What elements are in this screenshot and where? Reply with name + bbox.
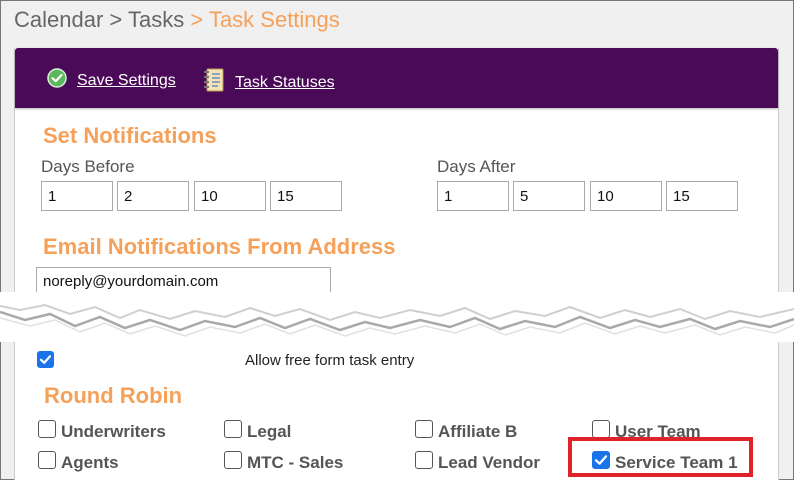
round-robin-option[interactable]: Legal — [224, 416, 291, 442]
days-after-input-2[interactable] — [513, 181, 585, 211]
legal-checkbox[interactable] — [224, 420, 242, 438]
mtc-sales-checkbox[interactable] — [224, 451, 242, 469]
breadcrumb: Calendar > Tasks > Task Settings — [14, 7, 340, 33]
toolbar: Save Settings Task Statuses — [15, 48, 778, 108]
underwriters-label: Underwriters — [61, 422, 166, 441]
legal-label: Legal — [247, 422, 292, 441]
agents-checkbox[interactable] — [38, 451, 56, 469]
breadcrumb-current: Task Settings — [208, 7, 340, 32]
breadcrumb-separator: > — [190, 7, 204, 32]
round-robin-option[interactable]: Agents — [38, 447, 119, 473]
round-robin-option[interactable]: MTC - Sales — [224, 447, 343, 473]
days-after-input-3[interactable] — [590, 181, 662, 211]
breadcrumb-calendar[interactable]: Calendar — [14, 7, 103, 32]
set-notifications-title: Set Notifications — [43, 123, 217, 148]
days-before-label: Days Before — [41, 157, 135, 176]
breadcrumb-tasks[interactable]: Tasks — [128, 7, 184, 32]
days-before-input-3[interactable] — [194, 181, 266, 211]
affiliate-b-label: Affiliate B — [438, 422, 518, 441]
days-before-input-2[interactable] — [117, 181, 189, 211]
days-after-label: Days After — [437, 157, 516, 176]
torn-edge-divider — [0, 292, 794, 342]
affiliate-b-checkbox[interactable] — [415, 420, 433, 438]
save-settings-label: Save Settings — [77, 71, 176, 89]
round-robin-option[interactable]: Affiliate B — [415, 416, 517, 442]
free-form-label: Allow free form task entry — [245, 352, 415, 369]
notebook-icon — [203, 68, 225, 97]
round-robin-option[interactable]: Underwriters — [38, 416, 166, 442]
round-robin-title: Round Robin — [44, 383, 183, 408]
lead-vendor-checkbox[interactable] — [415, 451, 433, 469]
email-from-title: Email Notifications From Address — [43, 234, 396, 259]
mtc-sales-label: MTC - Sales — [247, 453, 344, 472]
lead-vendor-label: Lead Vendor — [438, 453, 541, 472]
days-after-input-4[interactable] — [666, 181, 738, 211]
task-statuses-button[interactable]: Task Statuses — [203, 68, 335, 97]
days-before-input-4[interactable] — [270, 181, 342, 211]
underwriters-checkbox[interactable] — [38, 420, 56, 438]
free-form-checkbox[interactable] — [37, 351, 54, 368]
days-after-input-1[interactable] — [437, 181, 509, 211]
days-before-input-1[interactable] — [41, 181, 113, 211]
highlight-box — [568, 437, 753, 477]
breadcrumb-separator: > — [109, 7, 123, 32]
user-team-checkbox[interactable] — [592, 420, 610, 438]
save-settings-button[interactable]: Save Settings — [47, 68, 176, 93]
task-statuses-label: Task Statuses — [235, 73, 335, 91]
agents-label: Agents — [61, 453, 119, 472]
round-robin-option[interactable]: Lead Vendor — [415, 447, 540, 473]
free-form-row — [37, 351, 54, 368]
check-circle-icon — [47, 68, 67, 93]
